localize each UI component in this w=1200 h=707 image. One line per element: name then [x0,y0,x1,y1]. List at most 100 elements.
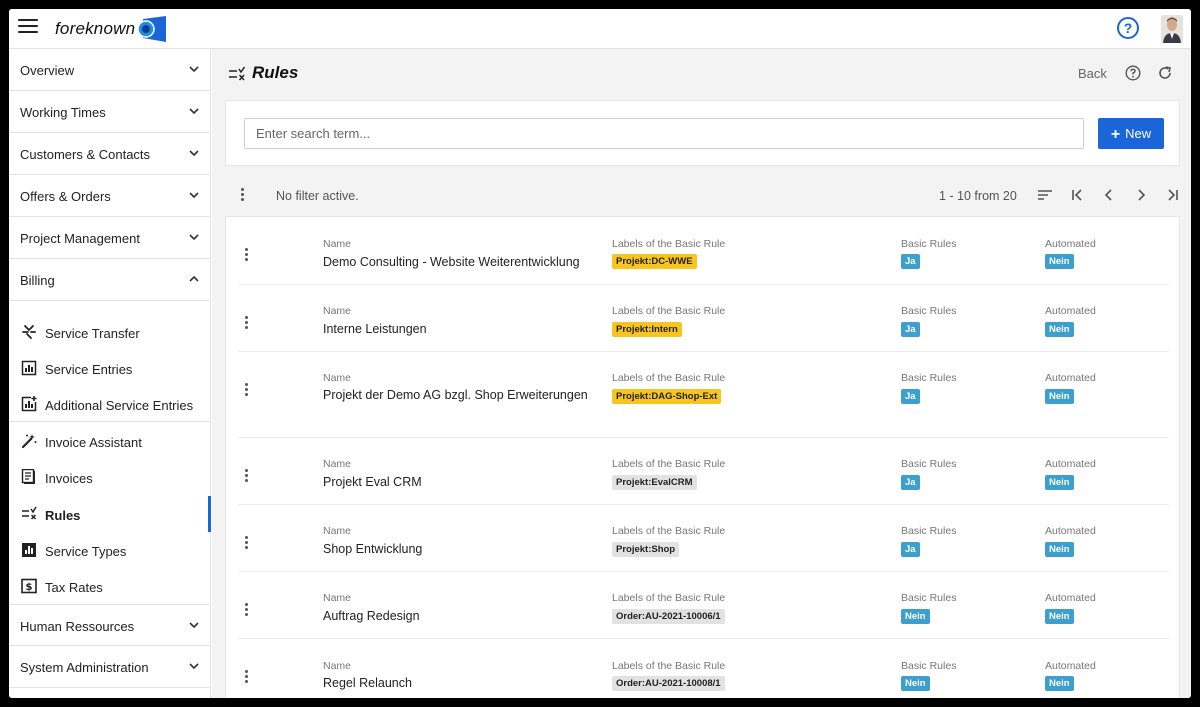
filter-menu-icon[interactable] [241,188,245,202]
chart-icon [21,360,37,376]
row-menu-icon[interactable] [245,248,249,262]
row-menu-icon[interactable] [245,670,249,684]
sidebar-item-service-types[interactable]: Service Types [9,532,211,568]
table-row[interactable]: Name Projekt der Demo AG bzgl. Shop Erwe… [226,352,1179,438]
sidebar-group-human-ressources[interactable]: Human Ressources [9,604,211,646]
page-title: Rules [252,63,299,82]
row-menu-icon[interactable] [245,316,249,330]
row-menu-icon[interactable] [245,536,249,550]
rule-name: Demo Consulting - Website Weiterentwickl… [323,255,580,269]
refresh-icon[interactable] [1157,65,1173,81]
rule-name: Auftrag Redesign [323,609,420,623]
row-menu-icon[interactable] [245,383,249,397]
sidebar-group-label: System Administration [20,660,149,675]
chevron-down-icon [189,192,199,199]
basic-rules-badge: Ja [901,254,920,269]
search-card: +New [225,100,1180,166]
rule-name: Regel Relaunch [323,676,412,690]
column-label-automated: Automated [1045,660,1096,672]
column-label-basic-rules: Basic Rules [901,525,957,537]
chevron-down-icon [189,622,199,629]
help-icon[interactable] [1125,65,1141,81]
column-label-labels: Labels of the Basic Rule [612,305,726,317]
hamburger-menu-icon[interactable] [18,19,38,37]
sidebar-group-system-administration[interactable]: System Administration [9,646,211,688]
sidebar-group-label: Working Times [20,105,106,120]
chevron-down-icon [189,108,199,115]
sidebar-group-label: Billing [20,273,55,288]
table-row[interactable]: Name Interne Leistungen Labels of the Ba… [226,285,1179,352]
column-label-labels: Labels of the Basic Rule [612,592,726,604]
last-page-icon[interactable] [1165,187,1181,203]
new-button[interactable]: + New [1098,118,1164,149]
sidebar-item-rules[interactable]: Rules [9,496,211,532]
filter-bar: No filter active. 1 - 10 from 20 [225,175,1180,213]
column-label-labels: Labels of the Basic Rule [612,458,726,470]
sidebar-item-label: Rules [45,508,81,523]
sidebar-item-invoices[interactable]: Invoices [9,459,211,495]
column-label-automated: Automated [1045,458,1096,470]
first-page-icon[interactable] [1069,187,1085,203]
dollar-icon: $ [21,578,37,594]
table-row[interactable]: Name Auftrag Redesign Labels of the Basi… [226,572,1179,639]
basic-rules-badge: Ja [901,542,920,557]
table-row[interactable]: Name Regel Relaunch Labels of the Basic … [226,639,1179,698]
svg-text:$: $ [26,582,33,593]
table-row[interactable]: Name Shop Entwicklung Labels of the Basi… [226,505,1179,572]
row-menu-icon[interactable] [245,603,249,617]
row-menu-icon[interactable] [245,469,249,483]
sidebar-group-working-times[interactable]: Working Times [9,91,211,133]
automated-badge: Nein [1045,609,1074,624]
chevron-down-icon [189,150,199,157]
logo-icon [137,16,166,42]
column-label-name: Name [323,525,352,537]
sidebar-item-label: Tax Rates [45,580,103,595]
rule-label-tag: Projekt:EvalCRM [612,475,697,490]
rule-label-tag: Projekt:Shop [612,542,680,557]
sidebar-group-overview[interactable]: Overview [9,49,211,91]
sidebar-group-customers-contacts[interactable]: Customers & Contacts [9,133,211,175]
next-page-icon[interactable] [1133,187,1149,203]
title-bar: Rules Back [212,49,1191,99]
sort-icon[interactable] [1037,187,1053,203]
basic-rules-badge: Nein [901,609,930,624]
sidebar-group-billing[interactable]: Billing [9,259,211,301]
automated-badge: Nein [1045,322,1074,337]
sidebar-group-project-management[interactable]: Project Management [9,217,211,259]
sidebar-item-service-transfer[interactable]: Service Transfer [9,314,211,350]
basic-rules-badge: Nein [901,676,930,691]
filter-status: No filter active. [276,189,359,203]
column-label-basic-rules: Basic Rules [901,660,957,672]
table-row[interactable]: Name Demo Consulting - Website Weiterent… [226,217,1179,285]
search-input[interactable] [244,118,1084,149]
new-button-label: New [1125,125,1152,141]
basic-rules-badge: Ja [901,475,920,490]
basic-rules-badge: Ja [901,389,920,404]
sidebar-item-invoice-assistant[interactable]: Invoice Assistant [9,423,211,459]
sidebar-item-tax-rates[interactable]: $ Tax Rates [9,568,211,604]
back-button[interactable]: Back [1078,66,1107,81]
sidebar-item-label: Invoices [45,471,93,486]
sidebar-group-label: Project Management [20,231,140,246]
rules-icon [22,506,37,520]
invoice-icon [21,469,35,484]
column-label-automated: Automated [1045,238,1096,250]
help-icon[interactable]: ? [1117,17,1139,39]
column-label-name: Name [323,458,352,470]
sidebar-group-label: Human Ressources [20,619,135,634]
pagination-info: 1 - 10 from 20 [939,189,1017,203]
automated-badge: Nein [1045,254,1074,269]
previous-page-icon[interactable] [1101,187,1117,203]
sidebar-item-label: Service Types [45,544,127,559]
table-row[interactable]: Name Projekt Eval CRM Labels of the Basi… [226,438,1179,505]
rule-label-tag: Projekt:DC-WWE [612,254,697,269]
top-bar: foreknown ? [9,9,1191,49]
sidebar-item-service-entries[interactable]: Service Entries [9,350,211,386]
rule-name: Interne Leistungen [323,322,427,336]
rule-name: Shop Entwicklung [323,542,423,556]
sidebar-group-offers-orders[interactable]: Offers & Orders [9,175,211,217]
avatar[interactable] [1161,15,1183,43]
sidebar-item-additional-service-entries[interactable]: Additional Service Entries [9,386,211,422]
column-label-automated: Automated [1045,372,1096,384]
chevron-down-icon [189,66,199,73]
